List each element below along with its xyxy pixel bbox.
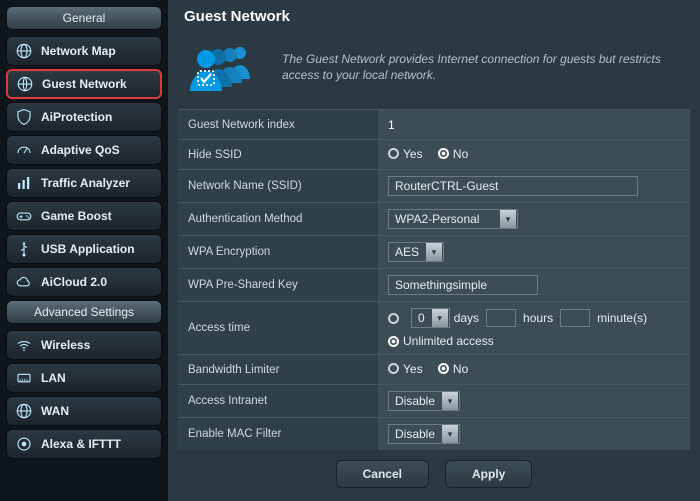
label-index: Guest Network index xyxy=(178,109,378,139)
label-access-time: Access time xyxy=(178,301,378,354)
sidebar-item-label: Game Boost xyxy=(41,209,112,223)
settings-form: Guest Network index 1 Hide SSID Yes No N… xyxy=(178,109,690,450)
auth-method-select[interactable]: WPA2-Personal ▾ xyxy=(388,209,518,229)
label-hide-ssid: Hide SSID xyxy=(178,139,378,169)
alexa-icon xyxy=(15,435,33,453)
bandwidth-no[interactable]: No xyxy=(438,362,468,376)
gauge-icon xyxy=(15,141,33,159)
wifi-icon xyxy=(15,336,33,354)
minutes-label: minute(s) xyxy=(597,311,647,325)
globe-icon xyxy=(15,42,33,60)
sidebar-item-wireless[interactable]: Wireless xyxy=(6,330,162,360)
sidebar-item-label: WAN xyxy=(41,404,69,418)
sidebar-item-lan[interactable]: LAN xyxy=(6,363,162,393)
sidebar-item-network-map[interactable]: Network Map xyxy=(6,36,162,66)
radio-icon xyxy=(388,313,399,324)
globe-icon xyxy=(15,402,33,420)
sidebar: General Network Map Guest Network AiProt… xyxy=(0,0,168,501)
radio-icon xyxy=(438,363,449,374)
radio-icon xyxy=(438,148,449,159)
chevron-down-icon: ▾ xyxy=(432,309,448,327)
sidebar-item-traffic-analyzer[interactable]: Traffic Analyzer xyxy=(6,168,162,198)
sidebar-item-label: Alexa & IFTTT xyxy=(41,437,121,451)
gamepad-icon xyxy=(15,207,33,225)
sidebar-item-label: LAN xyxy=(41,371,66,385)
lan-icon xyxy=(15,369,33,387)
globe-icon xyxy=(16,75,34,93)
page-title: Guest Network xyxy=(184,8,690,25)
sidebar-group-advanced: Advanced Settings xyxy=(6,300,162,324)
sidebar-item-game-boost[interactable]: Game Boost xyxy=(6,201,162,231)
sidebar-item-guest-network[interactable]: Guest Network xyxy=(6,69,162,99)
encryption-select[interactable]: AES ▾ xyxy=(388,242,444,262)
ssid-input[interactable] xyxy=(388,176,638,196)
button-row: Cancel Apply xyxy=(178,450,690,488)
sidebar-item-adaptive-qos[interactable]: Adaptive QoS xyxy=(6,135,162,165)
label-auth: Authentication Method xyxy=(178,202,378,235)
days-label: days xyxy=(454,311,479,325)
shield-icon xyxy=(15,108,33,126)
access-time-unlimited[interactable]: Unlimited access xyxy=(388,334,494,348)
mac-filter-select[interactable]: Disable ▾ xyxy=(388,424,460,444)
usb-icon xyxy=(15,240,33,258)
sidebar-item-label: USB Application xyxy=(41,242,135,256)
label-ssid: Network Name (SSID) xyxy=(178,169,378,202)
label-mac-filter: Enable MAC Filter xyxy=(178,417,378,450)
chevron-down-icon: ▾ xyxy=(426,243,442,261)
label-psk: WPA Pre-Shared Key xyxy=(178,268,378,301)
hide-ssid-yes[interactable]: Yes xyxy=(388,147,423,161)
access-time-limited[interactable] xyxy=(388,313,399,324)
sidebar-item-aicloud[interactable]: AiCloud 2.0 xyxy=(6,267,162,297)
sidebar-item-label: AiProtection xyxy=(41,110,112,124)
sidebar-item-label: AiCloud 2.0 xyxy=(41,275,107,289)
access-intranet-select[interactable]: Disable ▾ xyxy=(388,391,460,411)
cloud-icon xyxy=(15,273,33,291)
main-content: Guest Network The Guest Network provides… xyxy=(168,0,700,501)
access-minutes-input[interactable] xyxy=(560,309,590,327)
label-access-intranet: Access Intranet xyxy=(178,384,378,417)
value-index: 1 xyxy=(388,118,395,132)
sidebar-item-alexa-ifttt[interactable]: Alexa & IFTTT xyxy=(6,429,162,459)
cancel-button[interactable]: Cancel xyxy=(336,460,429,488)
sidebar-item-aiprotection[interactable]: AiProtection xyxy=(6,102,162,132)
sidebar-item-usb-application[interactable]: USB Application xyxy=(6,234,162,264)
chevron-down-icon: ▾ xyxy=(442,425,458,443)
radio-icon xyxy=(388,336,399,347)
chart-icon xyxy=(15,174,33,192)
hero: The Guest Network provides Internet conn… xyxy=(178,35,690,109)
sidebar-item-label: Wireless xyxy=(41,338,90,352)
radio-icon xyxy=(388,148,399,159)
sidebar-item-label: Network Map xyxy=(41,44,116,58)
sidebar-item-label: Guest Network xyxy=(42,77,127,91)
label-enc: WPA Encryption xyxy=(178,235,378,268)
sidebar-item-label: Traffic Analyzer xyxy=(41,176,130,190)
radio-icon xyxy=(388,363,399,374)
sidebar-item-wan[interactable]: WAN xyxy=(6,396,162,426)
guest-network-icon xyxy=(184,39,264,95)
psk-input[interactable] xyxy=(388,275,538,295)
hero-text: The Guest Network provides Internet conn… xyxy=(282,51,662,83)
access-days-select[interactable]: 0 ▾ xyxy=(411,308,450,328)
chevron-down-icon: ▾ xyxy=(500,210,516,228)
hide-ssid-no[interactable]: No xyxy=(438,147,468,161)
sidebar-item-label: Adaptive QoS xyxy=(41,143,120,157)
sidebar-group-general: General xyxy=(6,6,162,30)
label-bandwidth-limiter: Bandwidth Limiter xyxy=(178,354,378,384)
apply-button[interactable]: Apply xyxy=(445,460,532,488)
chevron-down-icon: ▾ xyxy=(442,392,458,410)
hours-label: hours xyxy=(523,311,553,325)
access-hours-input[interactable] xyxy=(486,309,516,327)
bandwidth-yes[interactable]: Yes xyxy=(388,362,423,376)
